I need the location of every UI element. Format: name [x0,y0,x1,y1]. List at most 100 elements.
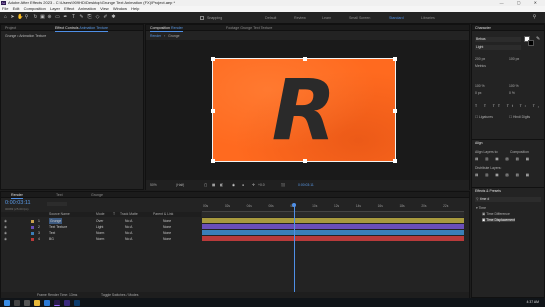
region-of-interest-icon[interactable]: ▢ [204,180,207,190]
eyedropper-icon[interactable]: ✎ [536,36,540,42]
magnification-dropdown[interactable]: 50% [150,180,157,190]
breadcrumb-render[interactable]: Render [150,34,161,38]
font-family-dropdown[interactable]: Bebas [475,37,521,42]
stroke-color-swatch[interactable] [528,40,534,46]
col-parent[interactable]: Parent & Link [153,212,173,217]
menu-edit[interactable]: Edit [13,6,20,11]
snapping-checkbox[interactable] [200,16,204,20]
timeline-search-input[interactable] [47,202,67,206]
tab-effect-controls[interactable]: Effect Controls Animation Texture [55,26,109,32]
menu-effect[interactable]: Effect [64,6,74,11]
label-color[interactable] [31,237,34,241]
comp-canvas[interactable]: R [211,57,397,163]
exposure-icon[interactable]: ✢ [252,180,255,190]
exposure-value[interactable]: +0.0 [258,180,265,190]
workspace-standard[interactable]: Standard [389,16,404,20]
bounding-handle[interactable] [303,57,307,61]
camera-tool-icon[interactable]: ▣ [40,15,45,20]
menu-view[interactable]: View [100,6,109,11]
layer-track-matte[interactable]: No A [125,236,132,242]
workspace-review[interactable]: Review [294,16,306,20]
clone-stamp-tool-icon[interactable]: ⎘ [87,15,92,20]
align-to-dropdown[interactable]: Composition [510,150,529,154]
horizontal-scale-value[interactable]: 100 % [509,84,519,88]
col-source-name[interactable]: Source Name [49,212,70,217]
home-icon[interactable]: ⌂ [3,15,8,20]
task-view-icon[interactable] [24,299,30,306]
tab-effects-presets[interactable]: Effects & Presets [475,189,501,193]
effect-time-displacement[interactable]: ▣ Time Displacement [482,218,515,222]
timeline-timecode[interactable]: 0:00:03:11 [5,200,31,206]
layer-bar[interactable] [202,224,464,229]
menu-layer[interactable]: Layer [50,6,60,11]
kerning-value[interactable]: Metrics [475,64,486,68]
leading-value[interactable]: 100 px [509,57,519,61]
breadcrumb-grunge[interactable]: Grunge [168,34,179,38]
transparency-grid-icon[interactable]: ▦ [212,180,215,190]
photoshop-taskbar-icon[interactable] [74,299,80,306]
viewer-timecode[interactable]: 0:00:03:11 [298,180,314,190]
align-buttons[interactable]: ▤ ▥ ▦ ▧ ▨ ▩ [475,157,532,161]
tsume-value[interactable]: 0 % [509,91,515,95]
zoom-tool-icon[interactable]: ⚲ [24,15,29,20]
label-color[interactable] [31,231,34,235]
vertical-scale-value[interactable]: 100 % [475,84,485,88]
layer-name[interactable]: BG [49,236,54,242]
tab-timeline-grunge[interactable]: Grunge [91,193,103,197]
layer-mode[interactable]: Norm [96,236,104,242]
premiere-taskbar-icon[interactable] [64,299,70,306]
puppet-tool-icon[interactable]: ✱ [111,15,116,20]
playhead[interactable] [293,204,295,294]
start-icon[interactable] [4,299,10,306]
hand-tool-icon[interactable]: ✋ [17,15,23,20]
menu-window[interactable]: Window [113,6,127,11]
menu-help[interactable]: Help [131,6,139,11]
edge-icon[interactable] [44,299,50,306]
bounding-handle[interactable] [393,159,397,163]
rotate-tool-icon[interactable]: ↻ [33,15,38,20]
mask-visibility-icon[interactable]: ◧ [220,180,223,190]
ligatures-checkbox[interactable]: ☐ Ligatures [475,115,493,119]
font-size-value[interactable]: 200 px [475,57,485,61]
effect-time-difference[interactable]: ▣ Time Difference [482,212,510,216]
bounding-handle[interactable] [303,159,307,163]
bounding-handle[interactable] [393,57,397,61]
distribute-buttons[interactable]: ▤ ▥ ▦ ▧ ▨ ▩ [475,173,532,177]
tab-timeline-render[interactable]: Render [11,193,23,199]
rectangle-tool-icon[interactable]: ▭ [55,15,60,20]
font-style-dropdown[interactable]: Light [475,45,521,50]
layer-bar[interactable] [202,236,464,241]
workspace-default[interactable]: Default [265,16,276,20]
bounding-handle[interactable] [211,109,215,113]
time-ruler[interactable]: 00s02s04s06s08s10s12s14s16s18s20s22s [202,204,464,212]
baseline-shift-value[interactable]: 0 px [475,91,481,95]
bounding-handle[interactable] [211,57,215,61]
effects-search-input[interactable]: time d [475,197,541,202]
selection-tool-icon[interactable]: ➤ [10,15,15,20]
work-area-bar[interactable] [202,212,464,217]
snapshot-icon[interactable]: ⬛ [281,180,285,190]
menu-composition[interactable]: Composition [24,6,46,11]
col-track-matte[interactable]: Track Matte [120,212,138,217]
effects-category-time[interactable]: ▾ Time [476,206,486,210]
tab-timeline-text[interactable]: Text [56,193,63,197]
menu-file[interactable]: File [2,6,8,11]
tab-composition[interactable]: Composition Render [150,26,183,32]
col-mode[interactable]: Mode [96,212,104,217]
eye-icon[interactable]: ◉ [4,236,7,242]
tab-footage[interactable]: Footage Grunge Text Texture [226,26,272,30]
type-tool-icon[interactable]: T [71,15,76,20]
tab-project[interactable]: Project [5,26,16,30]
col-t[interactable]: T [113,212,115,217]
camera-snapshot-icon[interactable]: ◉ [232,180,235,190]
search-help-icon[interactable]: ⚲ [532,15,537,20]
workspace-small-screen[interactable]: Small Screen [349,16,370,20]
bounding-handle[interactable] [211,159,215,163]
after-effects-taskbar-icon[interactable] [54,299,60,306]
color-channel-icon[interactable]: ● [242,180,244,190]
workspace-learn[interactable]: Learn [322,16,331,20]
eraser-tool-icon[interactable]: ◇ [95,15,100,20]
label-color[interactable] [31,225,34,229]
layer-parent[interactable]: None [163,236,171,242]
pan-behind-tool-icon[interactable]: ⊕ [47,15,52,20]
